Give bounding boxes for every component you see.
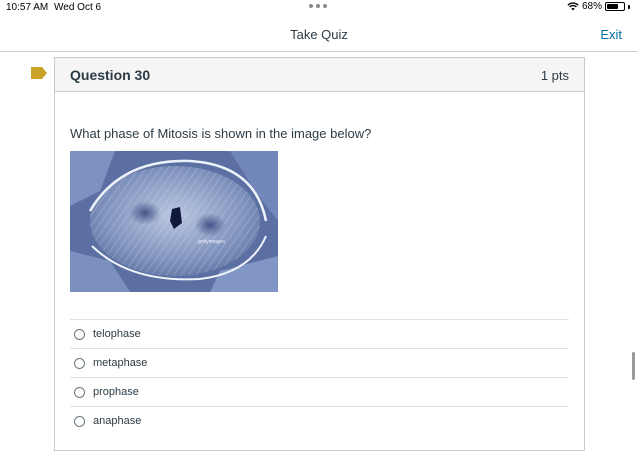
answer-label: metaphase xyxy=(93,357,148,369)
status-time: 10:57 AM xyxy=(6,2,49,13)
page-title: Take Quiz xyxy=(290,27,348,42)
question-points: 1 pts xyxy=(540,68,569,83)
wifi-icon xyxy=(567,2,579,11)
mitosis-micrograph-image: gettyimages xyxy=(70,151,278,292)
question-text: What phase of Mitosis is shown in the im… xyxy=(70,126,372,141)
answer-list: telophase metaphase prophase anaphase xyxy=(70,319,569,435)
answer-option-metaphase[interactable]: metaphase xyxy=(70,348,569,377)
watermark: gettyimages xyxy=(198,239,225,245)
battery-icon xyxy=(605,2,625,11)
answer-label: anaphase xyxy=(93,415,142,427)
question-header: Question 30 1 pts xyxy=(55,58,584,92)
question-card: Question 30 1 pts What phase of Mitosis … xyxy=(54,57,585,451)
radio-button[interactable] xyxy=(74,415,85,427)
question-title: Question 30 xyxy=(70,67,151,83)
answer-option-anaphase[interactable]: anaphase xyxy=(70,406,569,435)
radio-button[interactable] xyxy=(74,328,85,340)
answer-option-telophase[interactable]: telophase xyxy=(70,319,569,348)
battery-percent: 68% xyxy=(581,1,602,12)
status-bar: 10:57 AM Wed Oct 6 68% xyxy=(0,0,638,18)
multitasking-dots-icon[interactable] xyxy=(309,4,327,8)
radio-button[interactable] xyxy=(74,386,85,398)
radio-button[interactable] xyxy=(74,357,85,369)
status-indicators: 68% xyxy=(567,1,630,12)
answer-label: prophase xyxy=(93,386,139,398)
status-date: Wed Oct 6 xyxy=(54,2,102,13)
exit-button[interactable]: Exit xyxy=(600,27,622,42)
scrollbar[interactable] xyxy=(632,352,635,380)
nav-bar: Take Quiz Exit xyxy=(0,18,638,52)
answer-label: telophase xyxy=(93,328,141,340)
answer-option-prophase[interactable]: prophase xyxy=(70,377,569,406)
flag-icon[interactable] xyxy=(31,67,47,79)
